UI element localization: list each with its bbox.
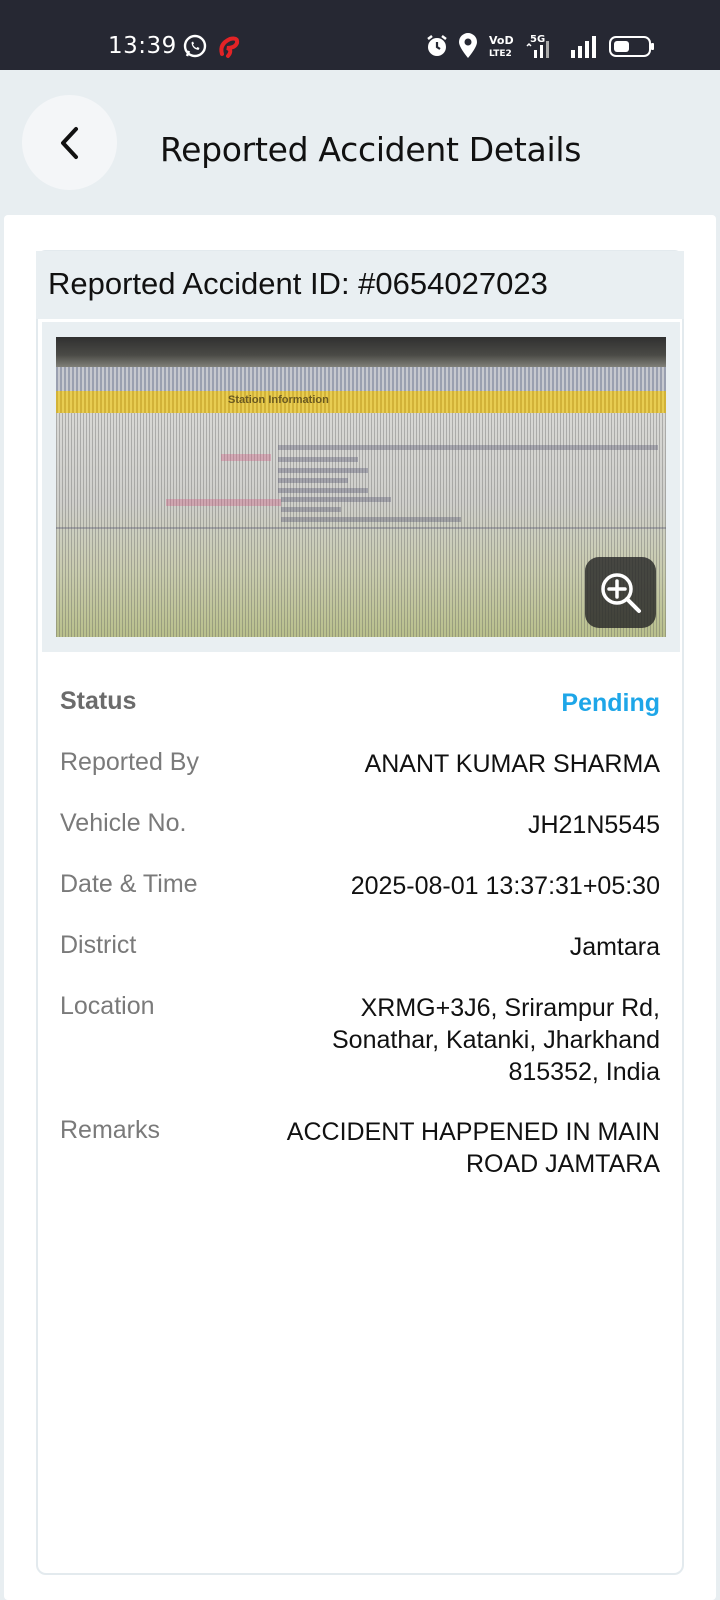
remarks-label: Remarks — [60, 1116, 161, 1144]
status-bar: 13:39 VoD LTE2 5G — [0, 0, 720, 70]
vehicle-no-label: Vehicle No. — [60, 809, 187, 837]
location-line-3: 815352, India — [508, 1058, 660, 1086]
photo-band-text: Station Information — [228, 394, 329, 406]
accident-id: Reported Accident ID: #0654027023 — [48, 266, 548, 301]
airtel-icon — [219, 36, 240, 58]
svg-text:5G: 5G — [530, 34, 545, 45]
svg-text:VoD: VoD — [489, 34, 514, 47]
date-time-label: Date & Time — [60, 870, 198, 898]
remarks-line-2: ROAD JAMTARA — [466, 1150, 660, 1178]
status-value: Pending — [561, 689, 660, 717]
status-label: Status — [60, 687, 137, 715]
app-header: Reported Accident Details — [0, 70, 720, 215]
district-label: District — [60, 931, 137, 959]
accident-photo[interactable]: Station Information — [56, 337, 666, 637]
date-time-value: 2025-08-01 13:37:31+05:30 — [350, 872, 660, 900]
svg-text:LTE2: LTE2 — [489, 49, 512, 59]
volte-icon: VoD LTE2 — [489, 34, 514, 59]
back-button[interactable] — [22, 95, 117, 190]
zoom-in-icon — [600, 572, 641, 613]
signal-icon — [571, 36, 596, 58]
remarks-line-1: ACCIDENT HAPPENED IN MAIN — [286, 1118, 660, 1146]
zoom-button[interactable] — [585, 557, 656, 628]
location-line-1: XRMG+3J6, Srirampur Rd, — [360, 994, 660, 1022]
battery-icon — [609, 36, 654, 57]
vehicle-no-value: JH21N5545 — [527, 811, 660, 839]
location-pin-icon — [459, 33, 477, 58]
alarm-icon — [427, 35, 447, 56]
whatsapp-icon — [183, 34, 207, 58]
reported-by-value: ANANT KUMAR SHARMA — [364, 750, 660, 778]
reported-by-label: Reported By — [60, 748, 199, 776]
page-title: Reported Accident Details — [160, 130, 582, 169]
status-time: 13:39 — [108, 33, 177, 59]
district-value: Jamtara — [569, 933, 660, 961]
location-line-2: Sonathar, Katanki, Jharkhand — [331, 1026, 660, 1054]
card-header: Reported Accident ID: #0654027023 — [36, 251, 684, 319]
location-label: Location — [60, 992, 155, 1020]
signal-5g-icon: 5G — [526, 34, 549, 58]
chevron-left-icon — [60, 126, 78, 159]
